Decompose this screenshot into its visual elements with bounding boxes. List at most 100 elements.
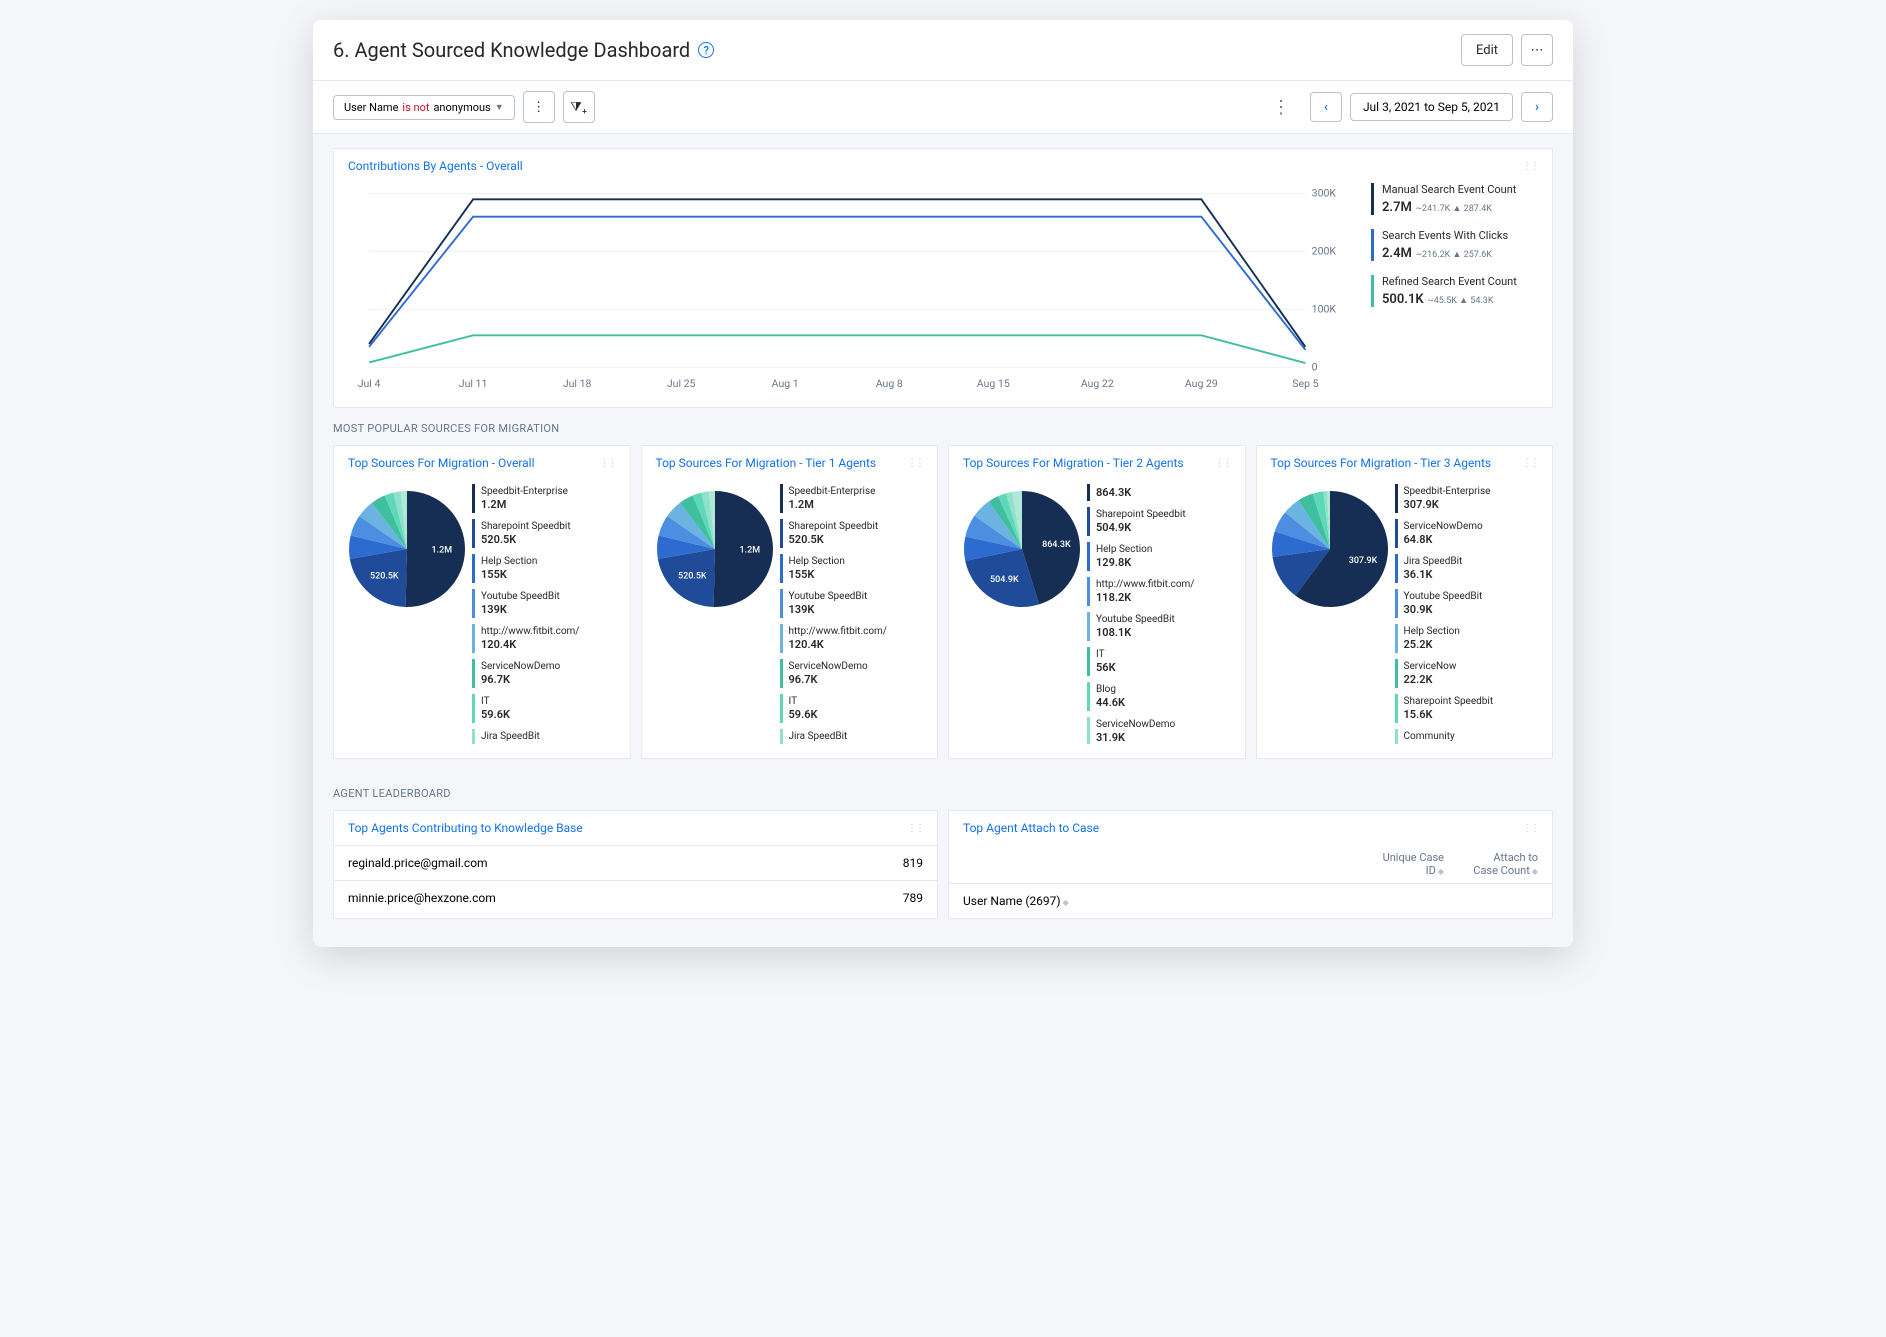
svg-text:520.5K: 520.5K	[677, 572, 706, 582]
slice-value: 139K	[481, 603, 618, 616]
col-user-name[interactable]: User Name (2697)◆	[963, 894, 1069, 908]
slice-name: ServiceNowDemo	[1404, 521, 1541, 533]
pie-legend-item[interactable]: Youtube SpeedBit 30.9K	[1395, 589, 1541, 618]
svg-text:Aug 1: Aug 1	[772, 377, 799, 390]
drag-handle-icon[interactable]: ⋮⋮	[600, 458, 616, 469]
slice-value: 108.1K	[1096, 626, 1233, 639]
table-row[interactable]: reginald.price@gmail.com 819	[334, 845, 937, 880]
pie-legend-item[interactable]: Youtube SpeedBit 108.1K	[1087, 612, 1233, 641]
line-legend: Manual Search Event Count 2.7M ~241.7K ▲…	[1358, 183, 1538, 393]
agent-email: reginald.price@gmail.com	[348, 856, 488, 870]
pie-legend-item[interactable]: Help Section 155K	[780, 554, 926, 583]
drag-handle-icon[interactable]: ⋮⋮	[907, 823, 923, 834]
drag-handle-icon[interactable]: ⋮⋮	[1522, 823, 1538, 834]
pie-legend-item[interactable]: Help Section 25.2K	[1395, 624, 1541, 653]
pie-legend-item[interactable]: http://www.fitbit.com/ 118.2K	[1087, 577, 1233, 606]
pie-legend-item[interactable]: ServiceNowDemo 96.7K	[472, 659, 618, 688]
dots-vertical-icon: ⋮	[532, 100, 545, 115]
drag-handle-icon[interactable]: ⋮⋮	[1215, 458, 1231, 469]
pie-legend-item[interactable]: Help Section 129.8K	[1087, 542, 1233, 571]
col-unique-case[interactable]: Unique Case ID◆	[1374, 851, 1444, 877]
pie-legend-item[interactable]: IT 59.6K	[780, 694, 926, 723]
filter-menu-button[interactable]: ⋮	[523, 91, 555, 123]
chevron-down-icon: ▼	[495, 102, 504, 113]
pie-legend-item[interactable]: ServiceNowDemo 96.7K	[780, 659, 926, 688]
pie-chart: 1.2M520.5K	[342, 484, 472, 614]
pie-legend-item[interactable]: Sharepoint Speedbit 520.5K	[472, 519, 618, 548]
pie-legend-item[interactable]: Jira SpeedBit 36.1K	[1395, 554, 1541, 583]
slice-value: 64.8K	[1404, 533, 1541, 546]
card-title: Top Sources For Migration - Overall	[348, 456, 535, 470]
section-leaderboard-title: AGENT LEADERBOARD	[333, 787, 1553, 800]
pie-legend-item[interactable]: ServiceNowDemo 64.8K	[1395, 519, 1541, 548]
pie-legend-item[interactable]: Sharepoint Speedbit 520.5K	[780, 519, 926, 548]
pie-legend-item[interactable]: http://www.fitbit.com/ 120.4K	[472, 624, 618, 653]
slice-name: http://www.fitbit.com/	[789, 626, 926, 638]
slice-value: 1.2M	[789, 498, 926, 511]
filter-pill-username[interactable]: User Name is not anonymous ▼	[333, 95, 515, 120]
filter-op: is not	[402, 101, 429, 114]
pie-legend-item[interactable]: Help Section 155K	[472, 554, 618, 583]
svg-text:520.5K: 520.5K	[370, 572, 399, 582]
pie-legend-item[interactable]: Sharepoint Speedbit 504.9K	[1087, 507, 1233, 536]
pie-legend-item[interactable]: Jira SpeedBit 50.5K	[472, 729, 618, 744]
pie-card-2: Top Sources For Migration - Tier 2 Agent…	[948, 445, 1246, 759]
slice-name: Speedbit-Enterprise	[1404, 486, 1541, 498]
svg-text:307.9K: 307.9K	[1348, 556, 1377, 566]
pie-card-0: Top Sources For Migration - Overall ⋮⋮ 1…	[333, 445, 631, 759]
legend-item[interactable]: Search Events With Clicks 2.4M ~216.2K ▲…	[1371, 229, 1538, 261]
pie-legend-item[interactable]: Speedbit-Enterprise 1.2M	[780, 484, 926, 513]
pie-legend-item[interactable]: Jira SpeedBit 50.5K	[780, 729, 926, 744]
pie-legend-item[interactable]: Speedbit-Enterprise 307.9K	[1395, 484, 1541, 513]
date-prev-button[interactable]: ‹	[1310, 92, 1342, 122]
pie-legend-item[interactable]: http://www.fitbit.com/ 120.4K	[780, 624, 926, 653]
slice-value: 155K	[481, 568, 618, 581]
pie-legend-item[interactable]: Sharepoint Speedbit 15.6K	[1395, 694, 1541, 723]
pie-legend-item[interactable]: ServiceNowDemo 31.9K	[1087, 717, 1233, 744]
pie-legend-item[interactable]: Speedbit-Enterprise 1.2M	[472, 484, 618, 513]
slice-name: ServiceNowDemo	[481, 661, 618, 673]
svg-text:Jul 25: Jul 25	[667, 377, 696, 390]
legend-name: Search Events With Clicks	[1382, 229, 1538, 242]
card-title: Top Agent Attach to Case	[963, 821, 1099, 835]
pie-legend-item[interactable]: Youtube SpeedBit 139K	[780, 589, 926, 618]
col-attach-count[interactable]: Attach to Case Count◆	[1468, 851, 1538, 877]
add-filter-button[interactable]: ⧩₊	[563, 91, 595, 123]
legend-name: Manual Search Event Count	[1382, 183, 1538, 196]
legend-item[interactable]: Manual Search Event Count 2.7M ~241.7K ▲…	[1371, 183, 1538, 215]
kb-leaderboard-card: Top Agents Contributing to Knowledge Bas…	[333, 810, 938, 919]
more-menu-button[interactable]: ⋯	[1521, 34, 1553, 66]
svg-text:300K: 300K	[1312, 187, 1337, 200]
drag-handle-icon[interactable]: ⋮⋮	[1522, 458, 1538, 469]
svg-text:0: 0	[1312, 360, 1318, 373]
svg-text:504.9K: 504.9K	[990, 575, 1019, 585]
drag-handle-icon[interactable]: ⋮⋮	[907, 458, 923, 469]
card-title: Top Sources For Migration - Tier 2 Agent…	[963, 456, 1184, 470]
pie-legend-item[interactable]: IT 59.6K	[472, 694, 618, 723]
pie-legend-item[interactable]: IT 56K	[1087, 647, 1233, 676]
drag-handle-icon[interactable]: ⋮⋮	[1522, 161, 1538, 172]
slice-value: 5,180	[1404, 743, 1541, 744]
slice-value: 139K	[789, 603, 926, 616]
pie-legend-item[interactable]: Blog 44.6K	[1087, 682, 1233, 711]
svg-text:Jul 18: Jul 18	[563, 377, 592, 390]
toolbar-more-icon[interactable]: ⋮	[1260, 97, 1302, 118]
slice-value: 864.3K	[1096, 486, 1233, 499]
slice-name: ServiceNowDemo	[789, 661, 926, 673]
slice-value: 520.5K	[481, 533, 618, 546]
pie-legend-item[interactable]: Community 5,180	[1395, 729, 1541, 744]
svg-text:Sep 5: Sep 5	[1292, 377, 1318, 390]
pie-legend-item[interactable]: 864.3K	[1087, 484, 1233, 501]
edit-button[interactable]: Edit	[1461, 34, 1513, 66]
legend-item[interactable]: Refined Search Event Count 500.1K ~45.5K…	[1371, 275, 1538, 307]
slice-name: Help Section	[1404, 626, 1541, 638]
svg-text:Jul 4: Jul 4	[358, 377, 381, 390]
date-range-picker[interactable]: Jul 3, 2021 to Sep 5, 2021	[1350, 93, 1513, 121]
help-icon[interactable]: ?	[698, 42, 714, 58]
pie-legend-item[interactable]: ServiceNow 22.2K	[1395, 659, 1541, 688]
table-row[interactable]: minnie.price@hexzone.com 789	[334, 880, 937, 915]
chevron-left-icon: ‹	[1324, 100, 1328, 115]
date-next-button[interactable]: ›	[1521, 92, 1553, 122]
pie-legend-item[interactable]: Youtube SpeedBit 139K	[472, 589, 618, 618]
pie-chart: 307.9K	[1265, 484, 1395, 614]
